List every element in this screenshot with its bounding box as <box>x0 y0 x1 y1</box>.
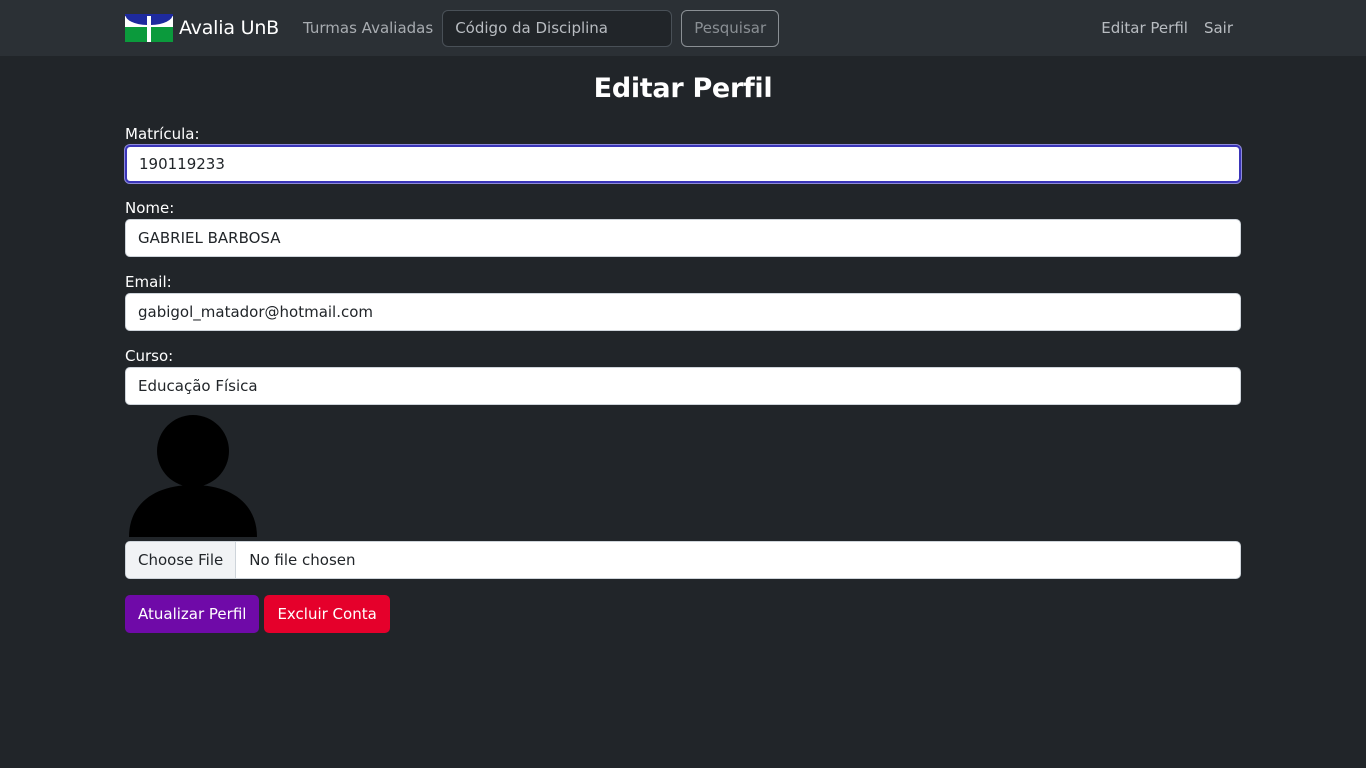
nav-link-sair[interactable]: Sair <box>1204 19 1233 37</box>
brand-name: Avalia UnB <box>179 17 279 39</box>
unb-logo-icon <box>125 14 173 42</box>
file-status-text: No file chosen <box>249 551 356 569</box>
nav-link-editar-perfil[interactable]: Editar Perfil <box>1101 19 1188 37</box>
form-actions: Atualizar Perfil Excluir Conta <box>125 595 1241 633</box>
choose-file-button[interactable]: Choose File <box>126 542 237 578</box>
email-label: Email: <box>125 273 172 291</box>
update-profile-button[interactable]: Atualizar Perfil <box>125 595 260 633</box>
matricula-label: Matrícula: <box>125 125 200 143</box>
page-title: Editar Perfil <box>593 73 773 104</box>
email-field[interactable] <box>125 293 1241 331</box>
nome-label: Nome: <box>125 199 175 217</box>
nav-right-links: Editar Perfil Sair <box>1101 19 1241 37</box>
brand-link[interactable]: Avalia UnB <box>125 14 279 42</box>
search-button[interactable]: Pesquisar <box>681 9 780 47</box>
matricula-group: Matrícula: <box>125 125 1241 187</box>
search-input[interactable] <box>442 9 673 47</box>
nav-link-turmas-avaliadas[interactable]: Turmas Avaliadas <box>303 19 433 37</box>
curso-label: Curso: <box>125 347 174 365</box>
email-group: Email: <box>125 273 1241 335</box>
user-silhouette-icon <box>129 415 257 537</box>
main-content: Editar Perfil Matrícula: Nome: Email: Cu… <box>0 73 1366 633</box>
avatar <box>125 413 261 537</box>
file-upload-input[interactable]: Choose File No file chosen <box>125 541 1241 579</box>
delete-account-button[interactable]: Excluir Conta <box>264 595 390 633</box>
navbar: Avalia UnB Turmas Avaliadas Pesquisar Ed… <box>0 0 1366 56</box>
curso-group: Curso: <box>125 347 1241 409</box>
curso-field[interactable] <box>125 367 1241 405</box>
nome-field[interactable] <box>125 219 1241 257</box>
nome-group: Nome: <box>125 199 1241 261</box>
matricula-field[interactable] <box>125 145 1241 183</box>
